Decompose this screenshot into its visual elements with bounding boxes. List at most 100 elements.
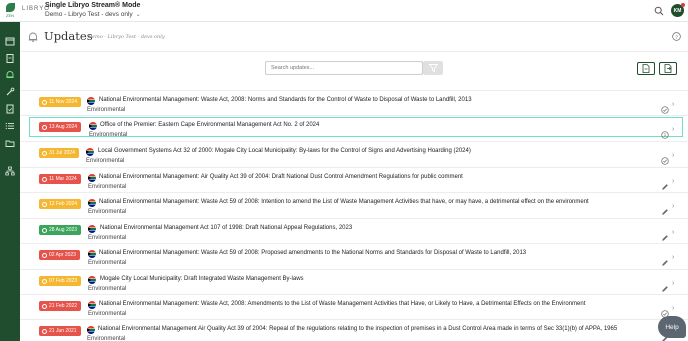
page-subtitle: Demo - Libryo Test - devs only [88, 34, 165, 40]
row-divider [20, 269, 688, 270]
logo-caption: ZEN [6, 13, 14, 18]
check-circle-icon[interactable] [661, 101, 669, 114]
date-text: 11 Nov 2024 [49, 99, 77, 105]
date-text: 07 Feb 2023 [49, 278, 78, 284]
update-title[interactable]: Local Government Systems Act 32 of 2000:… [98, 148, 471, 154]
filter-icon [428, 64, 438, 72]
chevron-right-icon[interactable]: › [672, 305, 678, 313]
date-text: 11 Mar 2024 [49, 176, 77, 182]
export-pdf-button[interactable] [637, 62, 655, 75]
document-check-icon[interactable] [4, 103, 16, 115]
row-divider [20, 167, 688, 168]
update-title[interactable]: National Environmental Management: Waste… [99, 199, 589, 205]
pencil-icon[interactable] [661, 178, 669, 190]
chevron-right-icon[interactable]: › [672, 178, 678, 186]
update-category: Environmental [88, 235, 127, 241]
row-divider [20, 90, 688, 91]
south-africa-flag-icon [89, 122, 97, 130]
update-category: Environmental [87, 107, 126, 113]
filter-button[interactable] [423, 61, 443, 75]
help-chat-button[interactable]: Help [658, 316, 686, 338]
header-divider [20, 51, 688, 52]
update-row[interactable]: 02 Apr 2023 National Environmental Manage… [20, 246, 688, 271]
clock-icon [42, 99, 47, 105]
south-africa-flag-icon [86, 148, 94, 156]
clock-icon [42, 150, 47, 156]
chevron-right-icon[interactable]: › [672, 126, 678, 134]
wrench-icon[interactable] [4, 86, 16, 98]
list-icon[interactable] [4, 120, 16, 132]
calendar-icon[interactable] [4, 35, 16, 47]
chevron-right-icon[interactable]: › [672, 101, 678, 109]
update-row[interactable]: 31 Jul 2024 Local Government Systems Act … [20, 144, 688, 169]
bell-icon [28, 32, 38, 43]
clipboard-icon[interactable] [4, 52, 16, 64]
update-title[interactable]: National Environmental Management: Air Q… [99, 174, 463, 180]
update-title[interactable]: National Environmental Management: Waste… [99, 301, 585, 307]
update-row[interactable]: 21 Jun 2021 National Environmental Manage… [20, 322, 688, 341]
search-updates-input[interactable] [265, 61, 423, 75]
check-circle-icon[interactable] [661, 152, 669, 165]
update-category: Environmental [88, 260, 127, 266]
update-row[interactable]: 13 Aug 2024 Office of the Premier: Easter… [20, 118, 688, 143]
south-africa-flag-icon [87, 97, 95, 105]
date-badge: 21 Jun 2021 [39, 326, 81, 336]
date-text: 31 Jul 2024 [49, 150, 75, 156]
date-badge: 02 Apr 2023 [39, 250, 80, 260]
pencil-icon[interactable] [661, 229, 669, 241]
clock-icon [42, 278, 47, 284]
update-category: Environmental [88, 286, 127, 292]
date-text: 12 Feb 2024 [49, 201, 78, 207]
update-row[interactable]: 12 Feb 2024 National Environmental Manage… [20, 195, 688, 220]
org-chart-icon[interactable] [4, 165, 16, 177]
date-text: 21 Jun 2021 [49, 328, 77, 334]
update-title[interactable]: National Environmental Management Act 10… [100, 225, 352, 231]
update-title[interactable]: National Environmental Management Air Qu… [98, 326, 617, 332]
help-circle-icon[interactable]: ? [672, 32, 681, 41]
pencil-icon[interactable] [661, 254, 669, 266]
south-africa-flag-icon [88, 199, 96, 207]
clock-icon [42, 252, 47, 258]
stream-selector-label: Demo - Libryo Test - devs only [45, 11, 133, 18]
update-title[interactable]: Office of the Premier: Eastern Cape Envi… [100, 122, 319, 128]
update-title[interactable]: National Environmental Management: Waste… [99, 250, 526, 256]
stream-selector[interactable]: Demo - Libryo Test - devs only ⌄ [45, 11, 141, 18]
date-text: 13 Aug 2024 [49, 124, 78, 130]
check-circle-icon[interactable] [661, 305, 669, 318]
search-icon[interactable] [654, 6, 664, 16]
chevron-right-icon[interactable]: › [672, 280, 678, 288]
app-root: LIBRYO Single Libryo Stream® Mode Demo -… [0, 0, 688, 341]
south-africa-flag-icon [88, 250, 96, 258]
clock-icon [42, 124, 47, 130]
south-africa-flag-icon [88, 225, 96, 233]
date-text: 21 Feb 2022 [49, 303, 78, 309]
notification-dot [681, 3, 685, 7]
chevron-right-icon[interactable]: › [672, 203, 678, 211]
date-text: 28 Aug 2023 [49, 227, 78, 233]
folder-icon[interactable] [4, 137, 16, 149]
row-divider [20, 192, 688, 193]
clock-icon [42, 201, 47, 207]
chevron-right-icon[interactable]: › [672, 229, 678, 237]
zen-logo[interactable]: ZEN [0, 0, 20, 22]
clock-icon [42, 328, 47, 334]
update-category: Environmental [86, 158, 125, 164]
date-badge: 31 Jul 2024 [39, 148, 79, 158]
date-badge: 21 Feb 2022 [39, 301, 82, 311]
chevron-right-icon[interactable]: › [672, 254, 678, 262]
export-file-icon [664, 64, 671, 73]
export-excel-button[interactable] [659, 62, 677, 75]
row-divider [20, 294, 688, 295]
date-badge: 11 Nov 2024 [39, 97, 81, 107]
update-title[interactable]: National Environmental Management: Waste… [99, 97, 472, 103]
top-bar: LIBRYO Single Libryo Stream® Mode Demo -… [0, 0, 688, 22]
update-category: Environmental [88, 184, 127, 190]
pencil-icon[interactable] [661, 280, 669, 292]
leaf-logo-icon [5, 3, 15, 12]
update-title[interactable]: Mogale City Local Municipality: Draft In… [100, 276, 304, 282]
info-circle-icon[interactable] [661, 126, 669, 139]
pencil-icon[interactable] [661, 203, 669, 215]
bell-nav-icon[interactable] [4, 69, 16, 81]
chevron-right-icon[interactable]: › [672, 152, 678, 160]
update-category: Environmental [87, 336, 126, 341]
